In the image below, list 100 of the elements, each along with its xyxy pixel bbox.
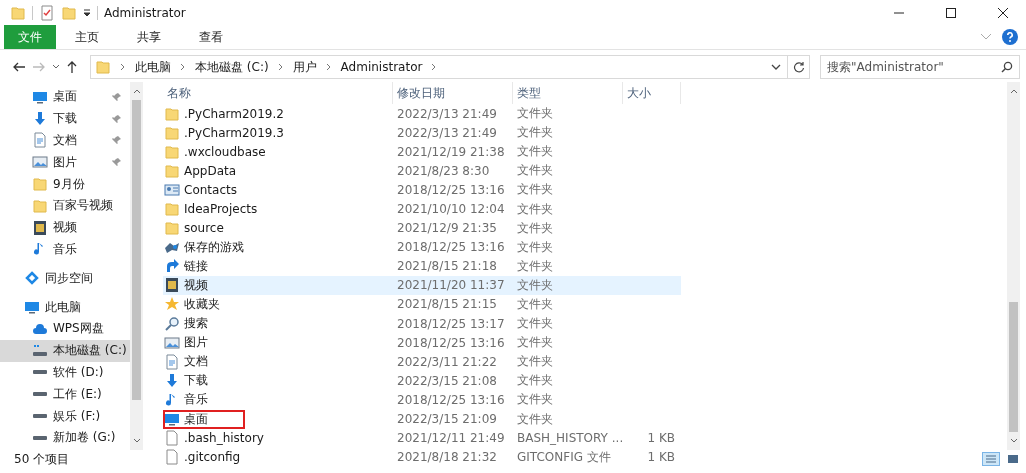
scroll-thumb[interactable] xyxy=(1009,302,1018,432)
sidebar-item[interactable]: 图片 xyxy=(0,151,130,174)
file-name-cell[interactable]: 桌面 xyxy=(163,409,245,429)
file-icon xyxy=(164,430,180,447)
scroll-up-icon[interactable] xyxy=(132,88,141,94)
type-cell-text: 文件夹 xyxy=(516,124,554,142)
chevron-right-icon xyxy=(431,63,438,71)
refresh-icon[interactable] xyxy=(792,61,805,73)
scroll-down-icon[interactable] xyxy=(132,438,141,444)
scroll-thumb[interactable] xyxy=(132,100,141,400)
search-icon[interactable] xyxy=(1001,61,1013,73)
pin-icon[interactable] xyxy=(112,157,122,168)
file-name-cell[interactable]: 下载 xyxy=(163,371,393,391)
breadcrumb[interactable]: Administrator xyxy=(340,60,423,74)
maximize-icon[interactable] xyxy=(946,7,956,18)
file-name-cell[interactable]: AppData xyxy=(163,161,393,181)
column-header[interactable]: 修改日期 xyxy=(393,82,513,104)
down-arrow-icon xyxy=(164,372,180,389)
help-icon[interactable] xyxy=(1002,29,1018,45)
file-name-cell[interactable]: 链接 xyxy=(163,256,393,276)
file-name-cell[interactable]: Contacts xyxy=(163,180,393,200)
sidebar-item[interactable]: 软件 (D:) xyxy=(0,361,130,384)
file-name-cell[interactable]: 收藏夹 xyxy=(163,295,393,314)
file-name-cell[interactable]: 视频 xyxy=(163,275,393,295)
chevron-down-icon[interactable] xyxy=(771,64,781,70)
scrollbar[interactable] xyxy=(1007,82,1020,450)
file-name-cell[interactable]: .gitconfig xyxy=(163,447,393,467)
breadcrumb[interactable]: 本地磁盘 (C:) xyxy=(195,58,269,76)
column-header[interactable]: 名称 xyxy=(163,82,393,104)
breadcrumb[interactable]: 用户 xyxy=(292,58,317,76)
sidebar-item[interactable]: 音乐 xyxy=(0,238,130,261)
minimize-icon[interactable] xyxy=(894,11,904,14)
sidebar-item[interactable]: 视频 xyxy=(0,216,130,239)
dropdown-icon[interactable] xyxy=(83,8,91,17)
back-button[interactable] xyxy=(12,61,26,73)
folder-icon xyxy=(164,162,180,179)
refresh-button[interactable] xyxy=(788,55,810,79)
scroll-up-icon[interactable] xyxy=(1009,88,1018,94)
scroll-down-icon[interactable] xyxy=(1009,438,1018,444)
date-cell-text: 2022/3/15 21:08 xyxy=(396,373,498,388)
up-button[interactable] xyxy=(66,60,78,74)
file-name-cell[interactable]: 文档 xyxy=(163,352,393,372)
sidebar-item[interactable]: 本地磁盘 (C:) xyxy=(0,339,130,362)
scrollbar[interactable] xyxy=(130,82,143,450)
sidebar-item[interactable]: 百家号视频 xyxy=(0,195,130,217)
address-field[interactable]: 此电脑 本地磁盘 (C:) 用户 Administrator xyxy=(90,55,788,79)
picture-icon xyxy=(164,334,180,351)
column-header[interactable]: 类型 xyxy=(513,82,623,104)
sidebar-item[interactable]: 娱乐 (F:) xyxy=(0,405,130,427)
sidebar-item[interactable]: 9月份 xyxy=(0,173,130,195)
drive-icon xyxy=(32,391,48,398)
type-cell-text: 文件夹 xyxy=(516,334,554,352)
size-cell-text: 1 KB xyxy=(646,450,676,465)
type-cell-text: 文件夹 xyxy=(516,200,554,218)
search-field[interactable]: 搜索"Administrator" xyxy=(820,55,1020,79)
sidebar-item[interactable]: 桌面 xyxy=(0,86,130,108)
type-cell-text: 文件夹 xyxy=(516,105,554,123)
chevron-right-icon xyxy=(180,63,186,71)
file-name-cell[interactable]: source xyxy=(163,218,393,238)
sidebar-item[interactable]: 下载 xyxy=(0,107,130,130)
pin-icon[interactable] xyxy=(112,135,122,146)
monitor-icon xyxy=(164,411,180,428)
file-name-cell[interactable]: 图片 xyxy=(163,333,393,353)
type-cell-text: 文件夹 xyxy=(516,257,554,275)
date-cell-text: 2022/3/13 21:49 xyxy=(396,125,498,140)
file-name-cell[interactable]: .wxcloudbase xyxy=(163,142,393,162)
pin-icon[interactable] xyxy=(112,113,122,124)
close-icon[interactable] xyxy=(998,7,1008,18)
column-header[interactable]: 大小 xyxy=(623,82,681,104)
file-name-cell[interactable]: 搜索 xyxy=(163,314,393,334)
file-name-cell[interactable]: .PyCharm2019.3 xyxy=(163,123,393,143)
sidebar-item[interactable]: 新加卷 (G:) xyxy=(0,426,130,449)
picture-icon xyxy=(32,154,48,171)
ribbon-tab[interactable]: 主页 xyxy=(56,25,118,49)
file-name-cell[interactable]: 保存的游戏 xyxy=(163,237,393,257)
file-name-cell[interactable]: .bash_history xyxy=(163,428,393,448)
sidebar-item[interactable]: WPS网盘 xyxy=(0,317,130,340)
ribbon-tab[interactable]: 查看 xyxy=(180,25,242,49)
folder-icon xyxy=(164,220,180,237)
file-name-cell[interactable]: .PyCharm2019.2 xyxy=(163,104,393,124)
file-icon xyxy=(164,449,180,466)
breadcrumb[interactable]: 此电脑 xyxy=(135,58,171,76)
date-cell-text: 2021/12/19 21:38 xyxy=(396,144,506,159)
chevron-right-icon xyxy=(120,63,126,71)
type-cell-text: BASH_HISTORY ... xyxy=(516,431,623,446)
sidebar-item[interactable]: 此电脑 xyxy=(0,296,130,318)
drive-icon xyxy=(32,413,48,420)
file-name-cell[interactable]: IdeaProjects xyxy=(163,199,393,219)
sidebar-item[interactable]: 同步空间 xyxy=(0,267,130,290)
file-name-cell[interactable]: 音乐 xyxy=(163,390,393,410)
recent-locations-button[interactable] xyxy=(52,64,60,70)
checklist-icon[interactable] xyxy=(39,4,55,21)
sidebar-item[interactable]: 工作 (E:) xyxy=(0,383,130,406)
date-cell-text: 2018/12/25 13:17 xyxy=(396,316,506,331)
pin-icon[interactable] xyxy=(112,91,122,102)
ribbon-tab[interactable]: 共享 xyxy=(118,25,180,49)
sidebar-item[interactable]: 文档 xyxy=(0,129,130,152)
star-icon xyxy=(164,296,180,313)
file-menu-tab[interactable]: 文件 xyxy=(4,25,56,49)
type-cell-text: 文件夹 xyxy=(516,238,554,256)
